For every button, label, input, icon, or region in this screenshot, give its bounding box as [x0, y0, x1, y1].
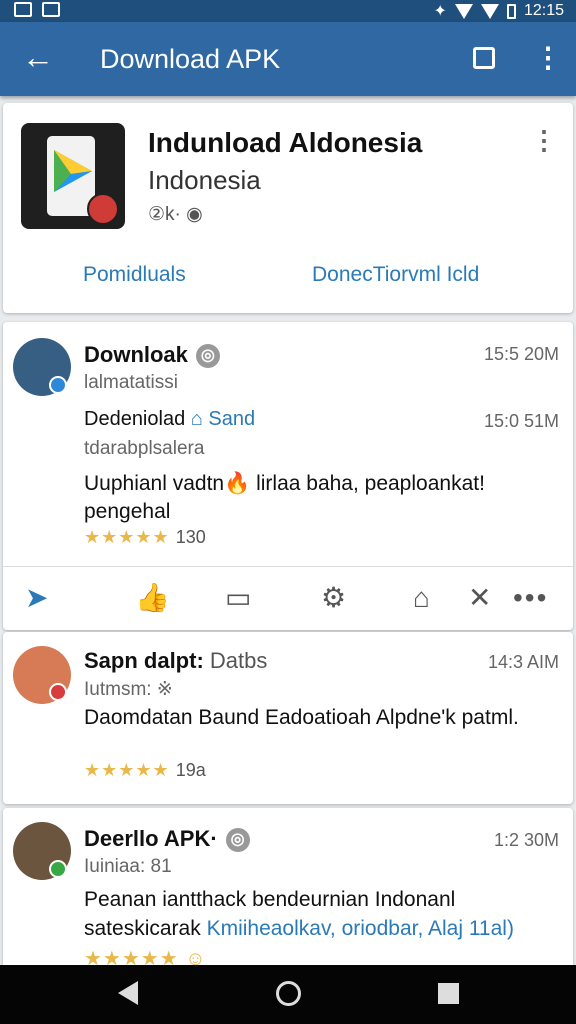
- post-sub: tdarabplsalera: [84, 438, 205, 459]
- card-more-icon[interactable]: ⋮: [531, 125, 557, 156]
- app-bar: ← Download APK ⋮: [0, 22, 576, 96]
- comment-author: Deerllo APK· ◎: [84, 826, 250, 853]
- comment-icon[interactable]: ▭: [225, 580, 251, 616]
- post-time: 15:5 20M: [483, 344, 559, 364]
- avatar[interactable]: [13, 646, 71, 704]
- comment-body: Daomdatan Baund Eadoatioah Alpdne'k patm…: [84, 706, 519, 729]
- home-icon: ⌂: [190, 408, 203, 430]
- settings-icon[interactable]: ⚙: [321, 580, 346, 616]
- post-handle: lalmatatissi: [84, 372, 178, 393]
- post-line2: Dedeniolad ⌂ Sand: [84, 408, 255, 431]
- comment-author-name: Sapn dalpt:: [84, 648, 204, 673]
- post-line2-text: Dedeniolad: [84, 408, 186, 430]
- verified-icon: [49, 683, 67, 701]
- comment-time: 14:3 AIM: [487, 652, 559, 672]
- comment-body-line-2: sateskicarak Kmiiheaolkav, oriodbar, Ala…: [84, 915, 576, 943]
- post-body: Uuphianl vadtn🔥 lirlaa baha, peaploankat…: [84, 472, 485, 523]
- back-icon[interactable]: [118, 981, 138, 1005]
- comment-body-dark: sateskicarak: [84, 917, 201, 940]
- rating: ★★★★★ 19a: [84, 760, 206, 780]
- verified-icon: [49, 376, 67, 394]
- post-author: Downloak ◎: [84, 342, 220, 369]
- back-arrow-icon[interactable]: ←: [22, 39, 54, 75]
- comment-handle: Iutmsm: ※: [84, 679, 173, 700]
- rating: ★★★★★ 130: [84, 527, 206, 547]
- app-meta-text: ②k·: [148, 204, 181, 225]
- divider: [3, 566, 573, 567]
- bookmark-icon[interactable]: ⌂: [413, 580, 430, 616]
- status-icons-right: ✦ 12:15: [434, 1, 564, 21]
- verified-icon: [49, 860, 67, 878]
- notification-icon: [14, 2, 32, 17]
- sand-link[interactable]: ⌂ Sand: [191, 408, 255, 430]
- more-icon[interactable]: ⋮: [534, 40, 562, 76]
- comment-card: Sapn dalpt: Datbs Iutmsm: ※ 14:3 AIM Dao…: [3, 632, 573, 804]
- comment-handle: Iuiniaa: 81: [84, 856, 172, 877]
- badge-icon: [87, 193, 119, 225]
- more-icon[interactable]: •••: [513, 580, 548, 616]
- badge-icon: ◎: [225, 828, 250, 853]
- avatar[interactable]: [13, 338, 71, 396]
- page-title: Download APK: [100, 44, 281, 74]
- primary-link[interactable]: Pomidluals: [83, 263, 186, 287]
- battery-icon: [506, 3, 516, 19]
- sand-label: Sand: [208, 408, 256, 430]
- globe-icon: ◉: [186, 204, 203, 225]
- signal-icon: [480, 3, 499, 19]
- status-bar: ✦ 12:15: [0, 0, 576, 22]
- comment-author: Sapn dalpt: Datbs: [84, 648, 267, 674]
- image-icon: [42, 2, 60, 17]
- app-meta: ②k· ◉: [148, 203, 203, 226]
- comment-time: 1:2 30M: [493, 830, 559, 850]
- navigation-bar: [0, 965, 576, 1024]
- status-icons-left: [14, 2, 60, 17]
- rating-count: 19a: [175, 760, 206, 780]
- close-icon[interactable]: ✕: [468, 580, 491, 616]
- comment-link[interactable]: Kmiiheaolkav, oriodbar, Alaj 11al): [207, 917, 514, 940]
- app-name: Indunload Aldonesia: [148, 127, 423, 158]
- app-icon[interactable]: [21, 123, 125, 229]
- badge-icon: ◎: [195, 344, 220, 369]
- post-author-name: Downloak: [84, 342, 188, 367]
- share-icon[interactable]: ➤: [25, 580, 48, 616]
- comment-body-line-1: Peanan iantthack bendeurnian Indonanl: [84, 888, 456, 911]
- post-time-2: 15:0 51M: [483, 411, 559, 431]
- square-icon[interactable]: [473, 47, 495, 69]
- vibrate-icon: ✦: [433, 3, 447, 20]
- status-time: 12:15: [523, 2, 564, 19]
- recent-icon[interactable]: [438, 983, 459, 1004]
- home-icon[interactable]: [276, 981, 301, 1006]
- app-subtitle: Indonesia: [148, 165, 261, 195]
- secondary-link[interactable]: DonecTiorvml Icld: [312, 263, 479, 287]
- rating-count: 130: [175, 527, 206, 547]
- app-card: Indunload Aldonesia Indonesia ②k· ◉ ⋮ Po…: [3, 103, 573, 313]
- comment-author-suffix: Datbs: [209, 648, 268, 673]
- avatar[interactable]: [13, 822, 71, 880]
- comment-author-name: Deerllo APK·: [84, 826, 218, 851]
- post-card: Downloak ◎ lalmatatissi 15:5 20M Dedeniol…: [3, 322, 573, 630]
- wifi-icon: [454, 3, 473, 19]
- like-icon[interactable]: 👍: [135, 580, 170, 616]
- comment-card: Deerllo APK· ◎ Iuiniaa: 81 1:2 30M Peanan…: [3, 808, 576, 970]
